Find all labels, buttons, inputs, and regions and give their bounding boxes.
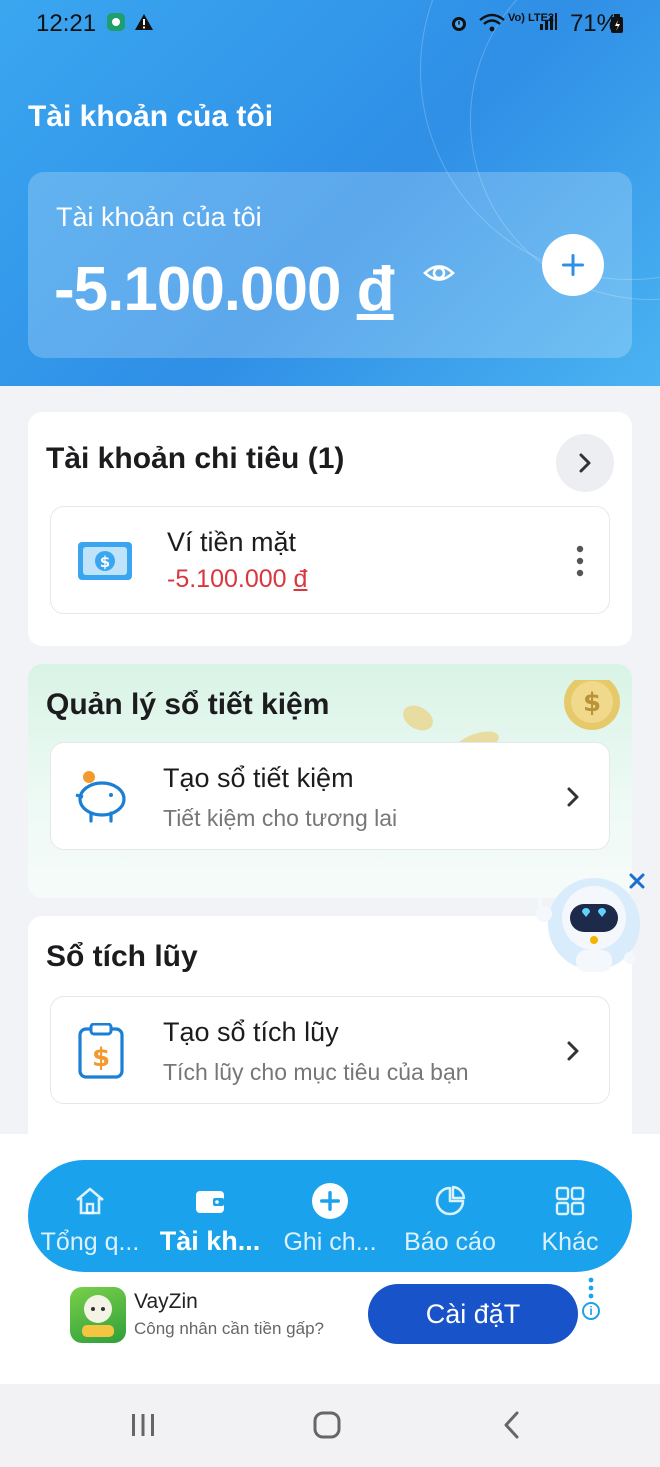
ad-options-icon[interactable] — [588, 1276, 594, 1300]
signal-icon — [538, 12, 558, 37]
wallet-name: Ví tiền mặt — [167, 527, 297, 557]
wallet-currency: đ — [293, 565, 308, 593]
svg-text:$: $ — [583, 688, 601, 718]
balance-card: Tài khoản của tôi -5.100.000 đ — [28, 172, 632, 358]
create-accumulation-title: Tạo sổ tích lũy — [163, 1017, 339, 1047]
status-bar: 12:21 Vo) LTE2 71% — [0, 0, 660, 48]
home-square-icon — [313, 1411, 341, 1439]
back-icon — [504, 1411, 519, 1439]
create-accumulation-item[interactable]: $ Tạo sổ tích lũy Tích lũy cho mục tiêu … — [50, 996, 610, 1104]
piggy-bank-icon — [71, 767, 131, 830]
create-savings-title: Tạo sổ tiết kiệm — [163, 763, 354, 793]
balance-label: Tài khoản của tôi — [56, 202, 262, 232]
chevron-right-icon — [579, 453, 591, 473]
nav-label-more: Khác — [541, 1228, 599, 1256]
svg-text:$: $ — [92, 1043, 110, 1073]
savings-title: Quản lý sổ tiết kiệm — [46, 688, 330, 721]
balance-number: -5.100.000 — [54, 255, 341, 324]
system-navigation-bar — [0, 1384, 660, 1467]
wallet-item[interactable]: $ Ví tiền mặt -5.100.000 đ — [50, 506, 610, 614]
header-section: 12:21 Vo) LTE2 71% Tài khoản của tôi Tài… — [0, 0, 660, 386]
plus-icon — [562, 254, 584, 276]
eye-icon[interactable] — [422, 256, 456, 290]
accumulation-title: Sổ tích lũy — [46, 940, 198, 973]
ad-app-logo[interactable] — [70, 1287, 126, 1343]
spending-accounts-card: Tài khoản chi tiêu (1) $ Ví tiền mặt -5.… — [28, 412, 632, 646]
recents-icon — [132, 1414, 154, 1436]
nav-label-overview: Tổng q... — [40, 1228, 140, 1256]
chevron-right-icon — [563, 785, 583, 809]
cash-icon: $ — [77, 541, 133, 586]
wallet-amount: -5.100.000 đ — [167, 565, 307, 594]
create-accumulation-subtitle: Tích lũy cho mục tiêu của bạn — [163, 1059, 469, 1085]
page-title: Tài khoản của tôi — [28, 100, 274, 133]
battery-icon — [610, 14, 624, 39]
ad-title[interactable]: VayZin — [134, 1290, 198, 1314]
plus-circle-icon — [312, 1183, 348, 1219]
spending-accounts-expand-button[interactable] — [556, 434, 614, 492]
create-savings-subtitle: Tiết kiệm cho tương lai — [163, 805, 398, 831]
ad-install-button[interactable]: Cài đặT — [368, 1284, 578, 1344]
ad-info-icon[interactable]: i — [582, 1302, 600, 1320]
nav-label-accounts: Tài kh... — [159, 1226, 261, 1256]
chevron-right-icon — [563, 1039, 583, 1063]
nav-label-reports: Báo cáo — [404, 1228, 496, 1256]
recent-apps-button[interactable] — [128, 1410, 158, 1445]
warning-icon — [134, 12, 154, 37]
nav-label-record: Ghi ch... — [283, 1228, 377, 1256]
wallet-amount-number: -5.100.000 — [167, 565, 287, 593]
wallet-more-button[interactable] — [573, 541, 587, 581]
wallet-icon — [196, 1191, 224, 1213]
alarm-icon — [448, 12, 470, 39]
bottom-navigation: Tổng q... Tài kh... Ghi ch... Báo cáo Kh… — [28, 1160, 632, 1272]
currency-symbol: đ — [356, 255, 395, 324]
balance-amount: -5.100.000 đ — [54, 254, 395, 325]
more-vertical-icon — [576, 545, 584, 577]
savings-card: Quản lý sổ tiết kiệm $ Tạo sổ tiết kiệm … — [28, 664, 632, 898]
add-account-button[interactable] — [542, 234, 604, 296]
ad-subtitle: Công nhân cần tiền gấp? — [134, 1319, 324, 1338]
home-button[interactable] — [312, 1410, 342, 1445]
status-time: 12:21 — [36, 10, 97, 37]
home-icon — [76, 1187, 104, 1215]
grid-icon — [555, 1186, 585, 1216]
app-notification-icon — [106, 12, 126, 37]
create-savings-item[interactable]: Tạo sổ tiết kiệm Tiết kiệm cho tương lai — [50, 742, 610, 850]
close-icon[interactable] — [626, 870, 648, 892]
clipboard-dollar-icon: $ — [77, 1022, 125, 1084]
chart-icon — [435, 1185, 466, 1216]
svg-text:$: $ — [100, 553, 110, 571]
wifi-icon — [478, 12, 506, 39]
assistant-robot-button[interactable] — [530, 868, 650, 978]
back-button[interactable] — [498, 1410, 528, 1445]
spending-accounts-title: Tài khoản chi tiêu (1) — [46, 442, 345, 475]
